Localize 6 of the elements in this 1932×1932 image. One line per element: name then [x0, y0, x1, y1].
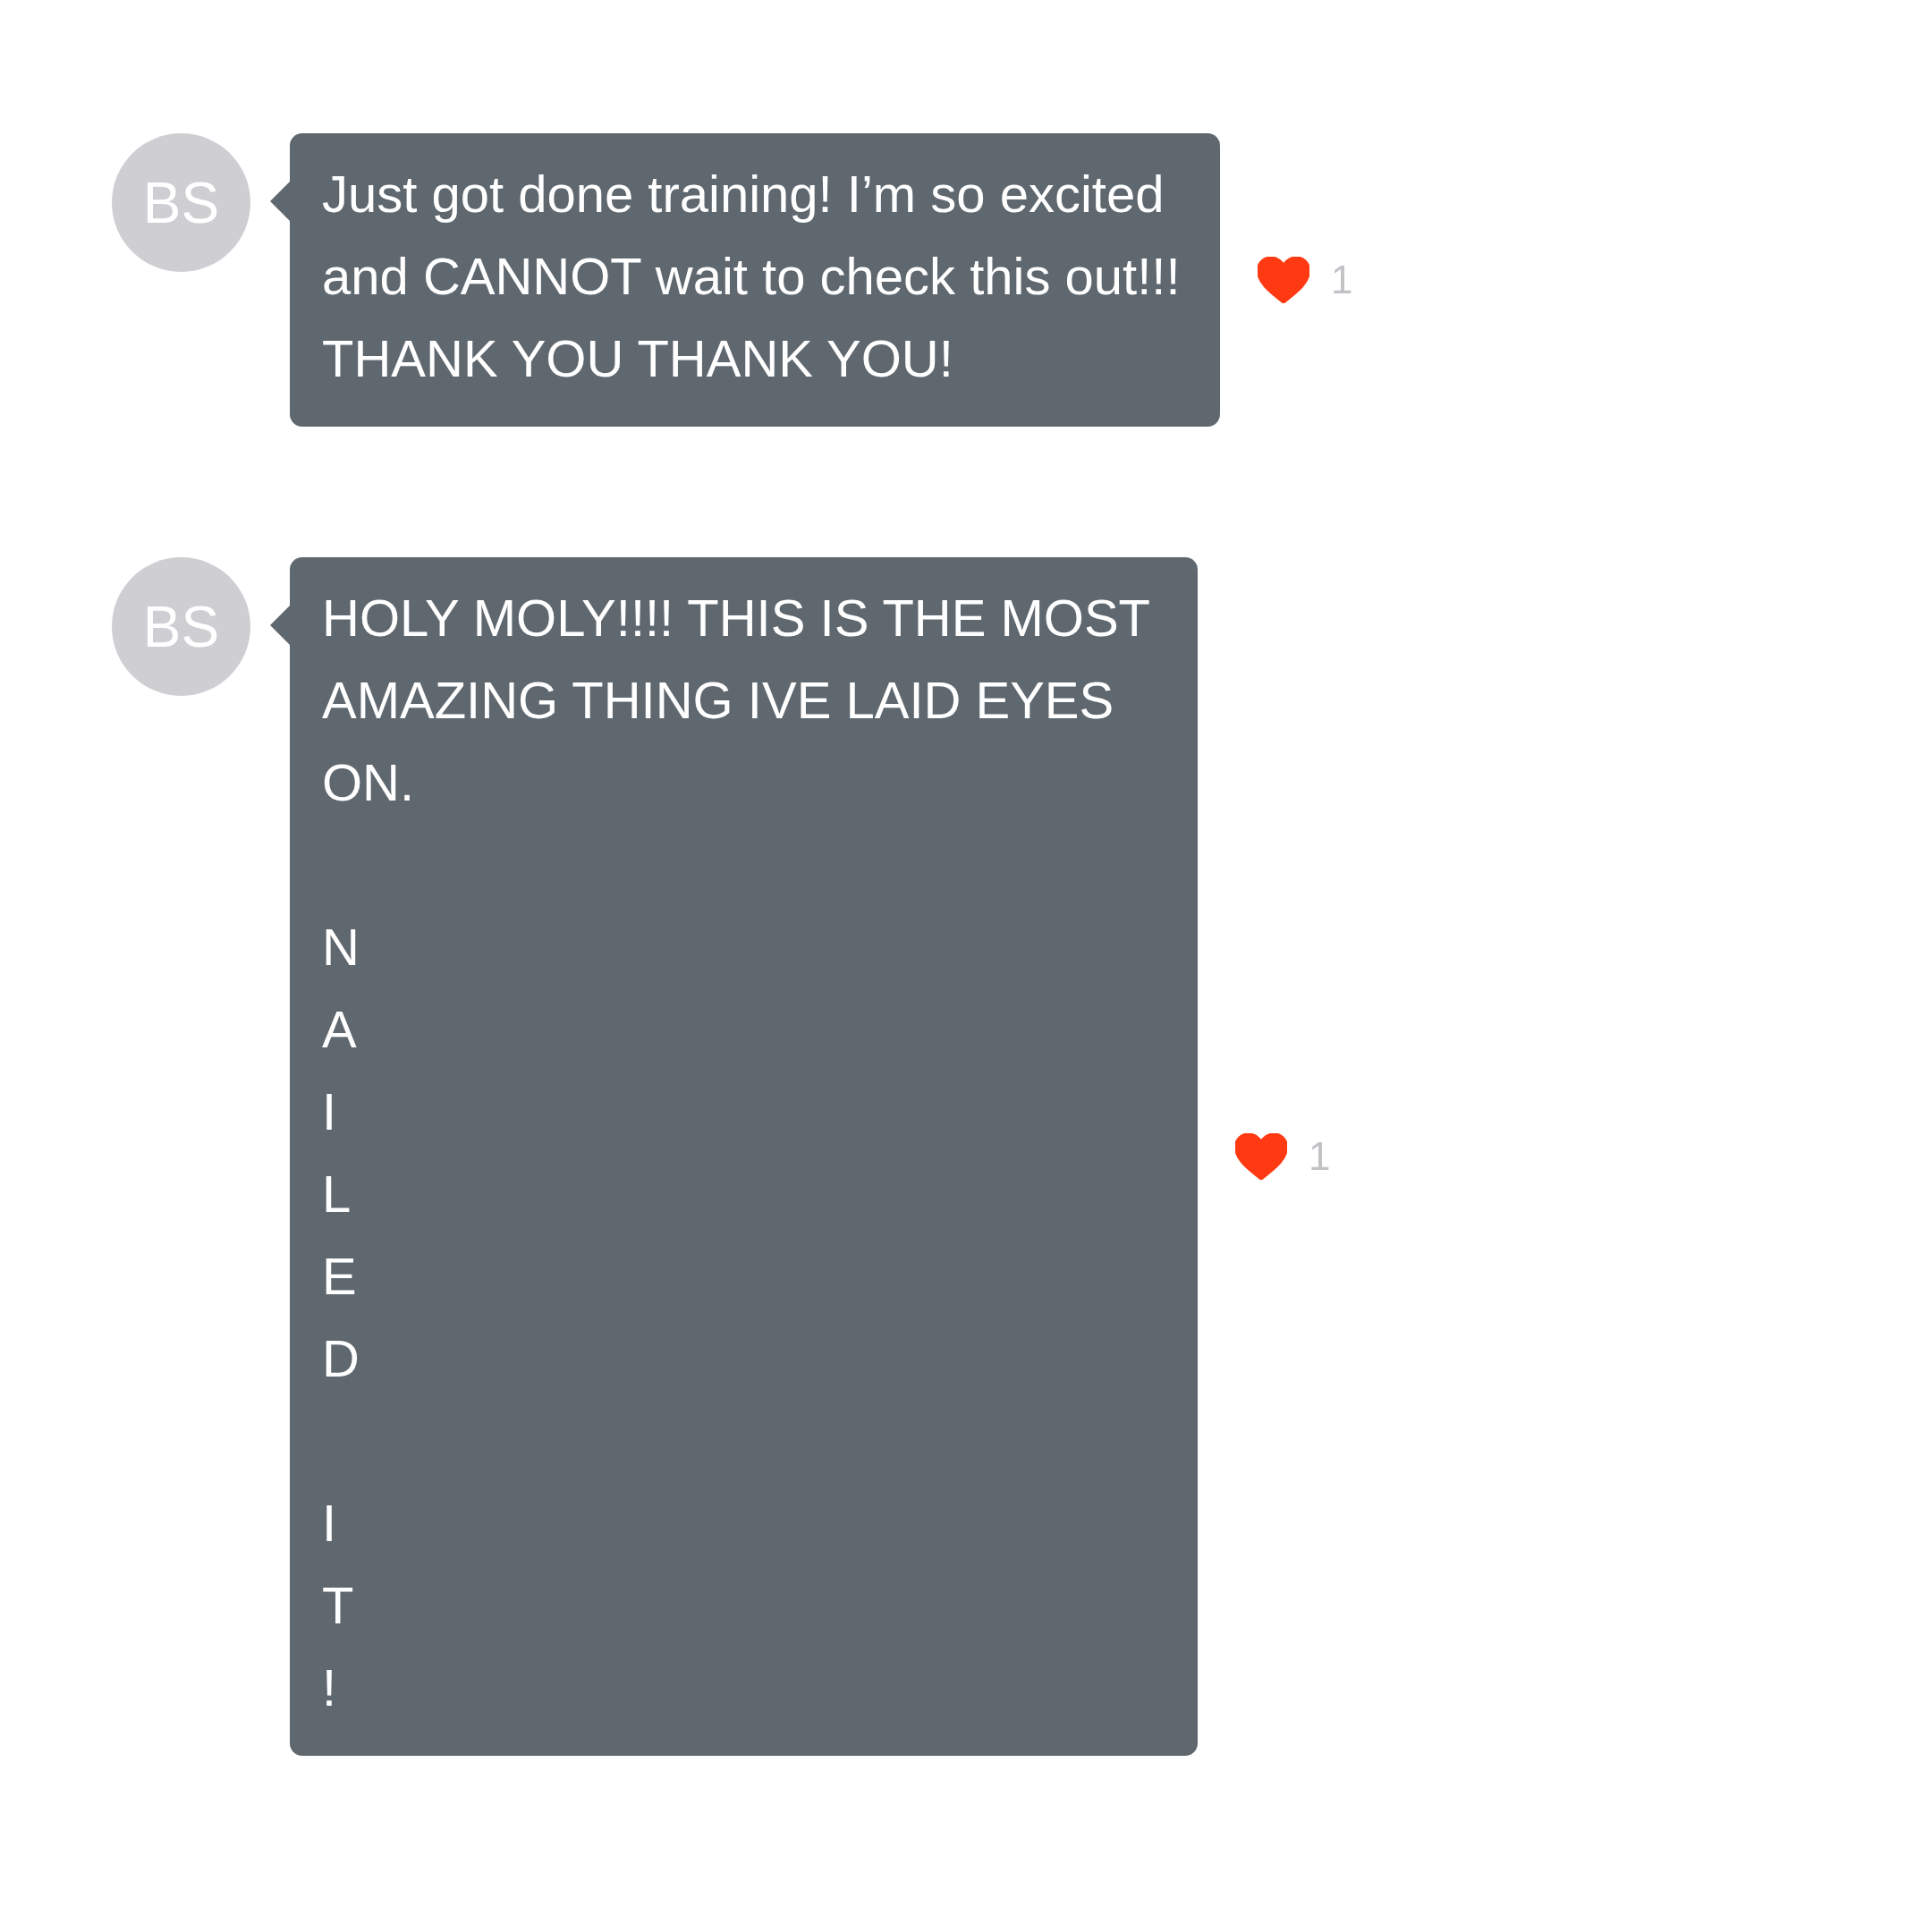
message-bubble: Just got done training! I’m so excited and CANNOT wait to check this out!!! THANK YOU THANK YOU! — [290, 133, 1220, 427]
like-count: 1 — [1331, 257, 1353, 303]
message-bubble: HOLY MOLY!!!! THIS IS THE MOST AMAZING THING IVE LAID EYES ON. N A I L E D I T ! — [290, 557, 1198, 1756]
heart-icon[interactable] — [1235, 1133, 1287, 1180]
like-count: 1 — [1309, 1133, 1331, 1180]
heart-icon[interactable] — [1258, 257, 1309, 303]
